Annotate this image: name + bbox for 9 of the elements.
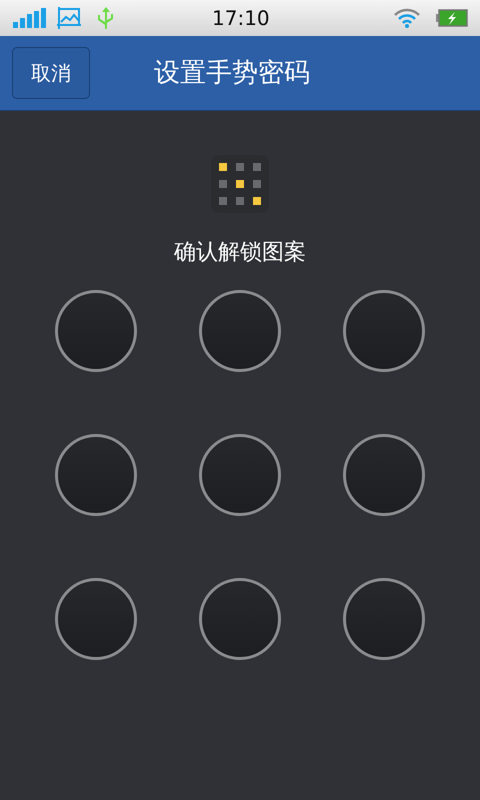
pattern-preview-icon xyxy=(211,155,269,213)
status-time: 17:10 xyxy=(212,5,270,32)
picture-icon xyxy=(57,7,81,29)
battery-icon xyxy=(436,9,468,27)
wifi-icon xyxy=(394,8,420,28)
prompt-text: 确认解锁图案 xyxy=(174,239,306,267)
signal-icon xyxy=(12,8,46,28)
cancel-button[interactable]: 取消 xyxy=(12,47,90,99)
header-title: 设置手势密码 xyxy=(154,56,310,90)
